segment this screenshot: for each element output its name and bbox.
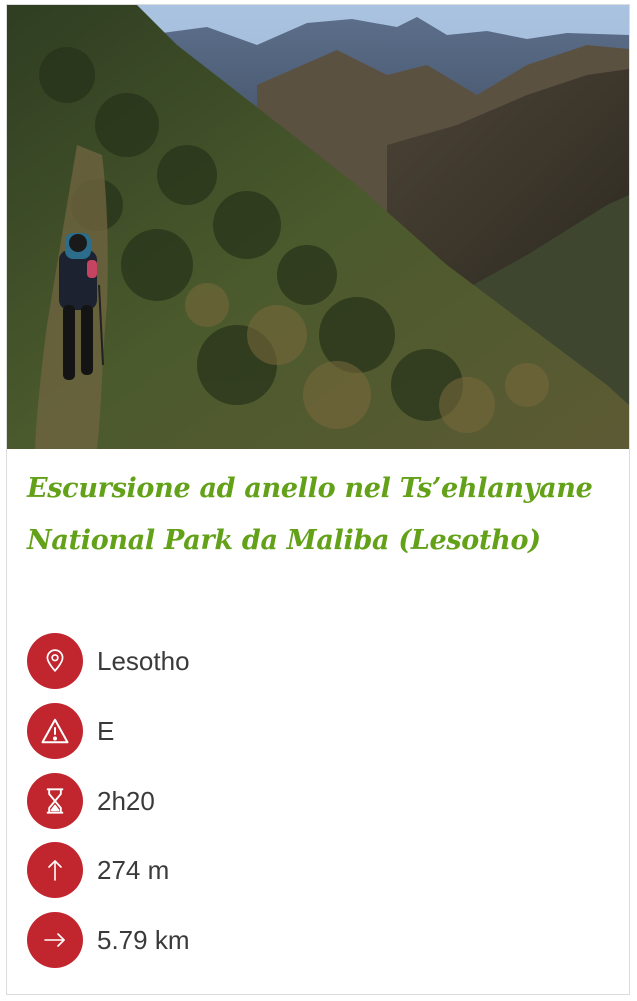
detail-duration-value: 2h20 — [97, 785, 155, 816]
detail-location: Lesotho — [27, 633, 607, 689]
detail-distance-value: 5.79 km — [97, 925, 190, 955]
detail-location-value: Lesotho — [97, 646, 190, 676]
hike-photo-image — [7, 5, 629, 449]
detail-distance: 5.79 km — [27, 912, 607, 968]
warning-triangle-icon — [27, 702, 83, 759]
detail-elevation-gain: 274 m — [27, 842, 607, 899]
detail-difficulty-value: E — [97, 715, 115, 746]
detail-duration: 2h20 — [27, 772, 607, 829]
location-pin-icon — [27, 633, 83, 689]
hike-card[interactable]: Escursione ad anello nel Ts’ehlanyane Na… — [6, 4, 630, 995]
hourglass-icon — [27, 772, 83, 829]
arrow-right-icon — [27, 912, 83, 968]
hike-details: Lesotho E 2h20 274 m 5.79 km — [27, 633, 607, 982]
arrow-up-icon — [27, 842, 83, 899]
hike-photo[interactable] — [7, 5, 629, 449]
detail-difficulty: E — [27, 702, 607, 759]
hike-title[interactable]: Escursione ad anello nel Ts’ehlanyane Na… — [27, 463, 607, 567]
detail-elevation-gain-value: 274 m — [97, 855, 170, 886]
